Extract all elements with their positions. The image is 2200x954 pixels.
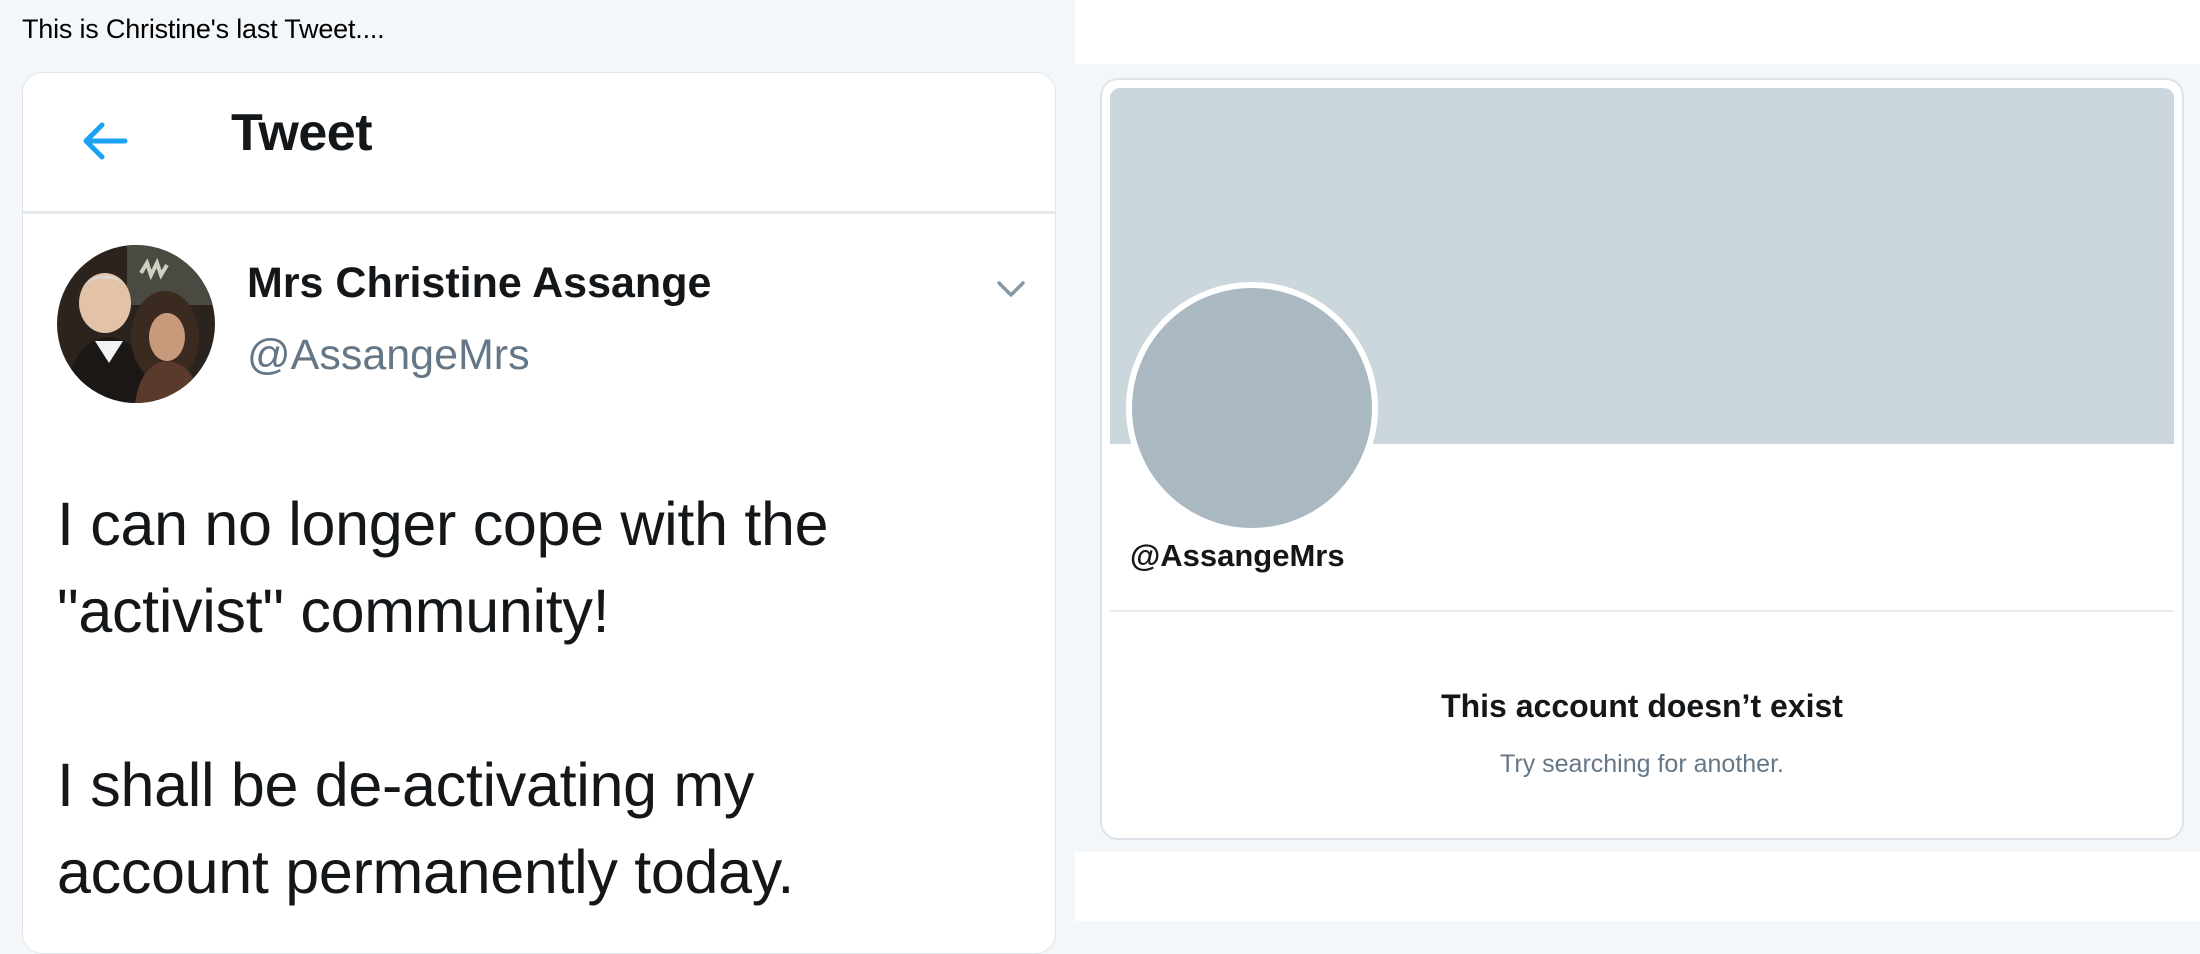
tweet-text-line: "activist" community! (57, 577, 610, 645)
page-title: Tweet (231, 104, 373, 162)
tweet-text-line: I can no longer cope with the (57, 490, 829, 558)
tweet-text-line: account permanently today. (57, 838, 795, 906)
profile-avatar-placeholder (1126, 282, 1378, 534)
author-name[interactable]: Mrs Christine Assange (247, 259, 711, 308)
empty-state-title: This account doesn’t exist (1441, 688, 1843, 724)
bottom-strip (1075, 852, 2200, 921)
chevron-down-icon[interactable] (991, 269, 1031, 309)
caption-text: This is Christine's last Tweet.... (22, 14, 385, 44)
back-arrow-icon[interactable] (75, 111, 135, 171)
empty-state-subtitle: Try searching for another. (1500, 750, 1784, 778)
tweet-text: I can no longer cope with the "activist"… (57, 481, 1037, 916)
divider (1110, 610, 2174, 612)
author-handle[interactable]: @AssangeMrs (247, 331, 530, 380)
profile-card: @AssangeMrs This account doesn’t exist T… (1100, 78, 2184, 840)
tweet-card: Tweet Mrs Christine Assange @AssangeMrs … (22, 72, 1056, 954)
profile-handle: @AssangeMrs (1130, 538, 1345, 573)
tweet-text-line: I shall be de-activating my (57, 751, 755, 819)
avatar[interactable] (57, 245, 215, 403)
tweet-header: Tweet (23, 73, 1055, 214)
top-strip (1075, 0, 2200, 64)
